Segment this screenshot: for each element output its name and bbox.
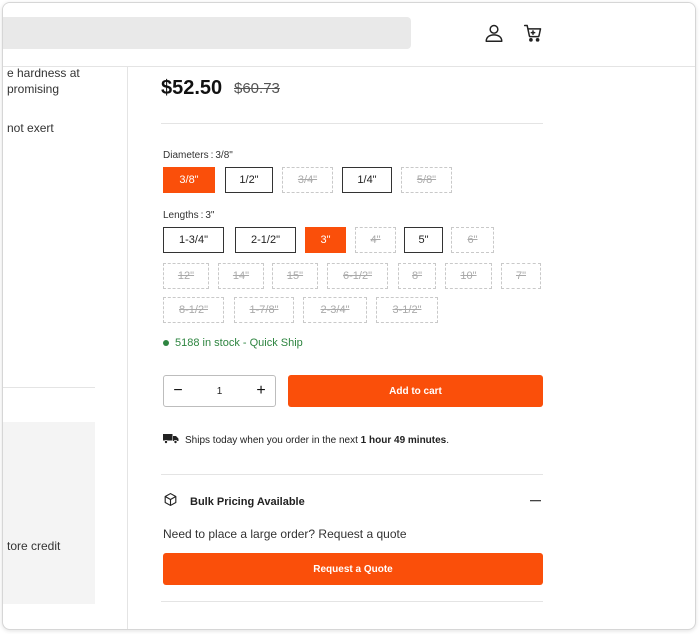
length-option[interactable]: 1-7/8" <box>234 297 294 323</box>
length-option[interactable]: 14" <box>218 263 264 289</box>
label-separator: : <box>210 150 214 161</box>
length-option[interactable]: 2-1/2" <box>235 227 296 253</box>
site-header <box>3 3 695 67</box>
diameter-selected-value: 3/8" <box>215 150 233 161</box>
box-icon <box>163 492 178 512</box>
length-option[interactable]: 6-1/2" <box>327 263 388 289</box>
diameter-label-text: Diameters <box>163 150 209 161</box>
left-text-line: promising <box>7 82 60 96</box>
diameter-option[interactable]: 3/4" <box>282 167 333 193</box>
bulk-pricing-description: Need to place a large order? Request a q… <box>163 527 407 541</box>
quantity-decrease-button[interactable]: − <box>164 376 192 406</box>
store-credit-text: tore credit <box>7 539 61 553</box>
diameter-option[interactable]: 3/8" <box>163 167 215 193</box>
shipping-text: Ships today when you order in the next <box>185 434 358 446</box>
length-option[interactable]: 8" <box>398 263 436 289</box>
diameter-option[interactable]: 1/2" <box>225 167 273 193</box>
bulk-pricing-title: Bulk Pricing Available <box>190 496 305 508</box>
collapse-icon[interactable] <box>529 495 541 507</box>
divider <box>161 474 543 475</box>
diameter-option[interactable]: 5/8" <box>401 167 452 193</box>
label-separator: : <box>200 210 204 221</box>
stock-dot-icon <box>163 340 169 346</box>
divider <box>161 123 543 124</box>
length-option[interactable]: 4" <box>355 227 396 253</box>
current-price: $52.50 <box>161 77 223 99</box>
length-label: Lengths:3" <box>163 210 215 221</box>
shipping-notice: Ships today when you order in the next 1… <box>163 433 449 447</box>
length-option[interactable]: 1-3/4" <box>163 227 224 253</box>
account-icon[interactable] <box>482 21 506 45</box>
length-label-text: Lengths <box>163 210 199 221</box>
length-selected-value: 3" <box>205 210 215 221</box>
shipping-suffix: . <box>446 434 450 446</box>
length-option[interactable]: 12" <box>163 263 209 289</box>
length-option[interactable]: 10" <box>445 263 492 289</box>
diameter-label: Diameters:3/8" <box>163 150 233 161</box>
length-option[interactable]: 3" <box>305 227 346 253</box>
original-price: $60.73 <box>234 80 280 97</box>
length-option[interactable]: 3-1/2" <box>376 297 438 323</box>
length-option[interactable]: 7" <box>501 263 541 289</box>
left-info-panel: tore credit <box>3 422 95 604</box>
request-quote-button[interactable]: Request a Quote <box>163 553 543 585</box>
quantity-input[interactable]: 1 <box>200 386 240 397</box>
left-column: e hardness at promising not exert tore c… <box>3 66 128 629</box>
stock-text: 5188 in stock - Quick Ship <box>175 337 303 349</box>
length-option[interactable]: 15" <box>272 263 318 289</box>
length-option[interactable]: 6" <box>451 227 494 253</box>
stock-status: 5188 in stock - Quick Ship <box>163 337 303 349</box>
page-frame: e hardness at promising not exert tore c… <box>2 2 696 630</box>
left-text-line: e hardness at <box>7 66 80 80</box>
truck-icon <box>163 433 179 447</box>
length-option[interactable]: 2-3/4" <box>303 297 367 323</box>
left-text-line: not exert <box>7 121 54 135</box>
diameter-option[interactable]: 1/4" <box>342 167 392 193</box>
search-input[interactable] <box>3 17 411 49</box>
left-divider <box>3 387 95 388</box>
divider <box>161 601 543 602</box>
quantity-stepper: − 1 + <box>163 375 276 407</box>
quantity-increase-button[interactable]: + <box>247 376 275 406</box>
shipping-countdown: 1 hour 49 minutes <box>360 434 447 446</box>
length-option[interactable]: 8-1/2" <box>163 297 224 323</box>
bulk-pricing-header[interactable]: Bulk Pricing Available <box>163 491 543 513</box>
add-to-cart-button[interactable]: Add to cart <box>288 375 543 407</box>
cart-icon[interactable] <box>521 21 545 45</box>
length-option[interactable]: 5" <box>404 227 443 253</box>
